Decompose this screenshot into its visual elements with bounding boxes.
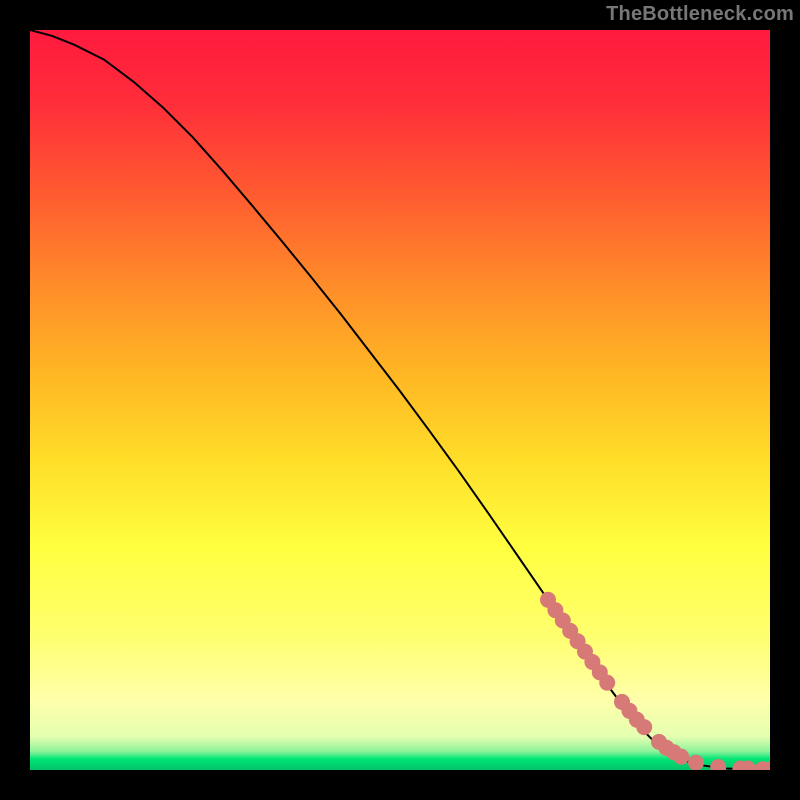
plot-area (30, 30, 770, 770)
plot-frame (30, 30, 770, 770)
data-point (710, 759, 726, 770)
data-point (673, 749, 689, 765)
data-point (599, 675, 615, 691)
watermark-text: TheBottleneck.com (606, 3, 794, 26)
chart-stage: TheBottleneck.com (0, 0, 800, 800)
bottleneck-curve (30, 30, 770, 770)
data-point (636, 719, 652, 735)
data-points-group (540, 592, 770, 770)
chart-overlay (30, 30, 770, 770)
data-point (688, 755, 704, 770)
